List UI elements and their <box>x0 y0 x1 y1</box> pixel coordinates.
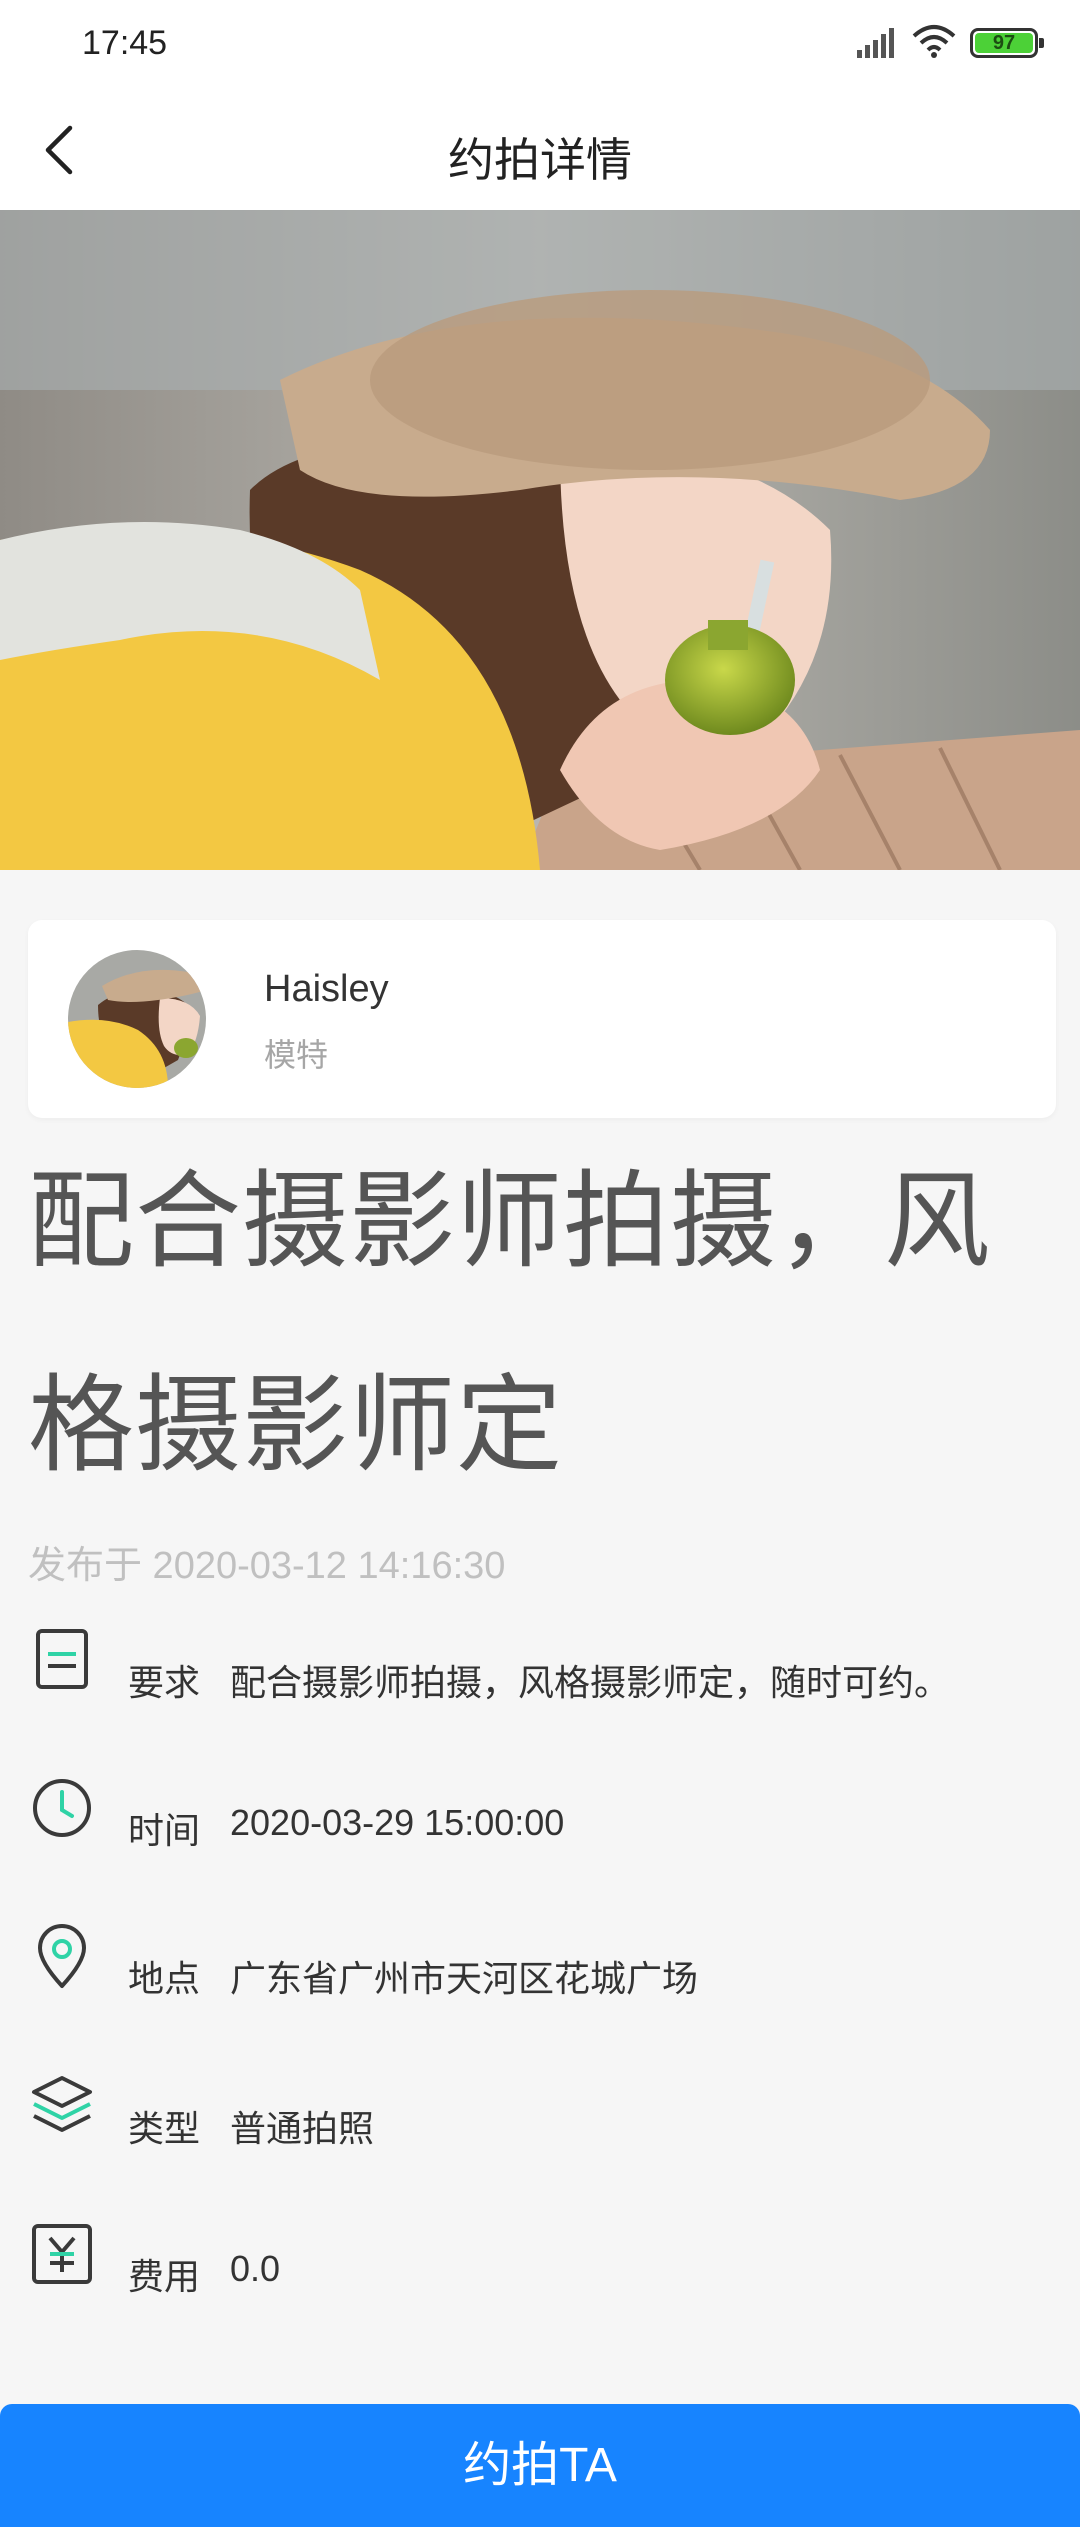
cover-photo <box>0 210 1080 870</box>
detail-value: 普通拍照 <box>230 2108 375 2149</box>
user-name: Haisley <box>264 968 389 1010</box>
signal-icon <box>857 28 894 58</box>
status-bar: 17:45 97 <box>0 0 1080 90</box>
detail-label: 类型 <box>128 2108 201 2149</box>
nav-bar: 约拍详情 <box>0 90 1080 210</box>
detail-row-fee: 费用 0.0 <box>0 2222 1080 2312</box>
detail-row-requirement: 要求 配合摄影师拍摄，风格摄影师定，随时可约。 <box>0 1628 1080 1718</box>
layers-icon <box>32 2076 92 2132</box>
detail-value: 广东省广州市天河区花城广场 <box>230 1958 699 1999</box>
battery-icon: 97 <box>970 28 1044 58</box>
user-card[interactable]: Haisley 模特 <box>28 920 1056 1118</box>
detail-row-type: 类型 普通拍照 <box>0 2074 1080 2164</box>
clock-icon <box>33 1779 91 1837</box>
detail-value: 0.0 <box>230 2248 281 2289</box>
detail-label: 地点 <box>128 1958 201 1999</box>
requirement-icon <box>36 1629 88 1689</box>
location-pin-icon <box>38 1924 86 1988</box>
detail-row-location: 地点 广东省广州市天河区花城广场 <box>0 1924 1080 2014</box>
wifi-icon <box>912 25 956 58</box>
publish-time: 发布于 2020-03-12 14:16:30 <box>28 1545 506 1587</box>
status-time: 17:45 <box>82 24 168 62</box>
yen-icon <box>32 2224 92 2284</box>
page-title: 约拍详情 <box>448 134 632 186</box>
detail-label: 要求 <box>128 1662 201 1703</box>
user-role: 模特 <box>264 1037 329 1073</box>
detail-row-time: 时间 2020-03-29 15:00:00 <box>0 1776 1080 1866</box>
detail-value: 配合摄影师拍摄，风格摄影师定，随时可约。 <box>230 1662 951 1703</box>
battery-level: 97 <box>992 32 1016 54</box>
book-shoot-button[interactable]: 约拍TA <box>0 2404 1080 2527</box>
detail-value: 2020-03-29 15:00:00 <box>230 1802 565 1843</box>
avatar[interactable] <box>68 950 206 1088</box>
detail-label: 时间 <box>128 1810 201 1851</box>
detail-label: 费用 <box>128 2256 201 2297</box>
post-title: 配合摄影师拍摄，风格摄影师定 <box>28 1163 991 1485</box>
